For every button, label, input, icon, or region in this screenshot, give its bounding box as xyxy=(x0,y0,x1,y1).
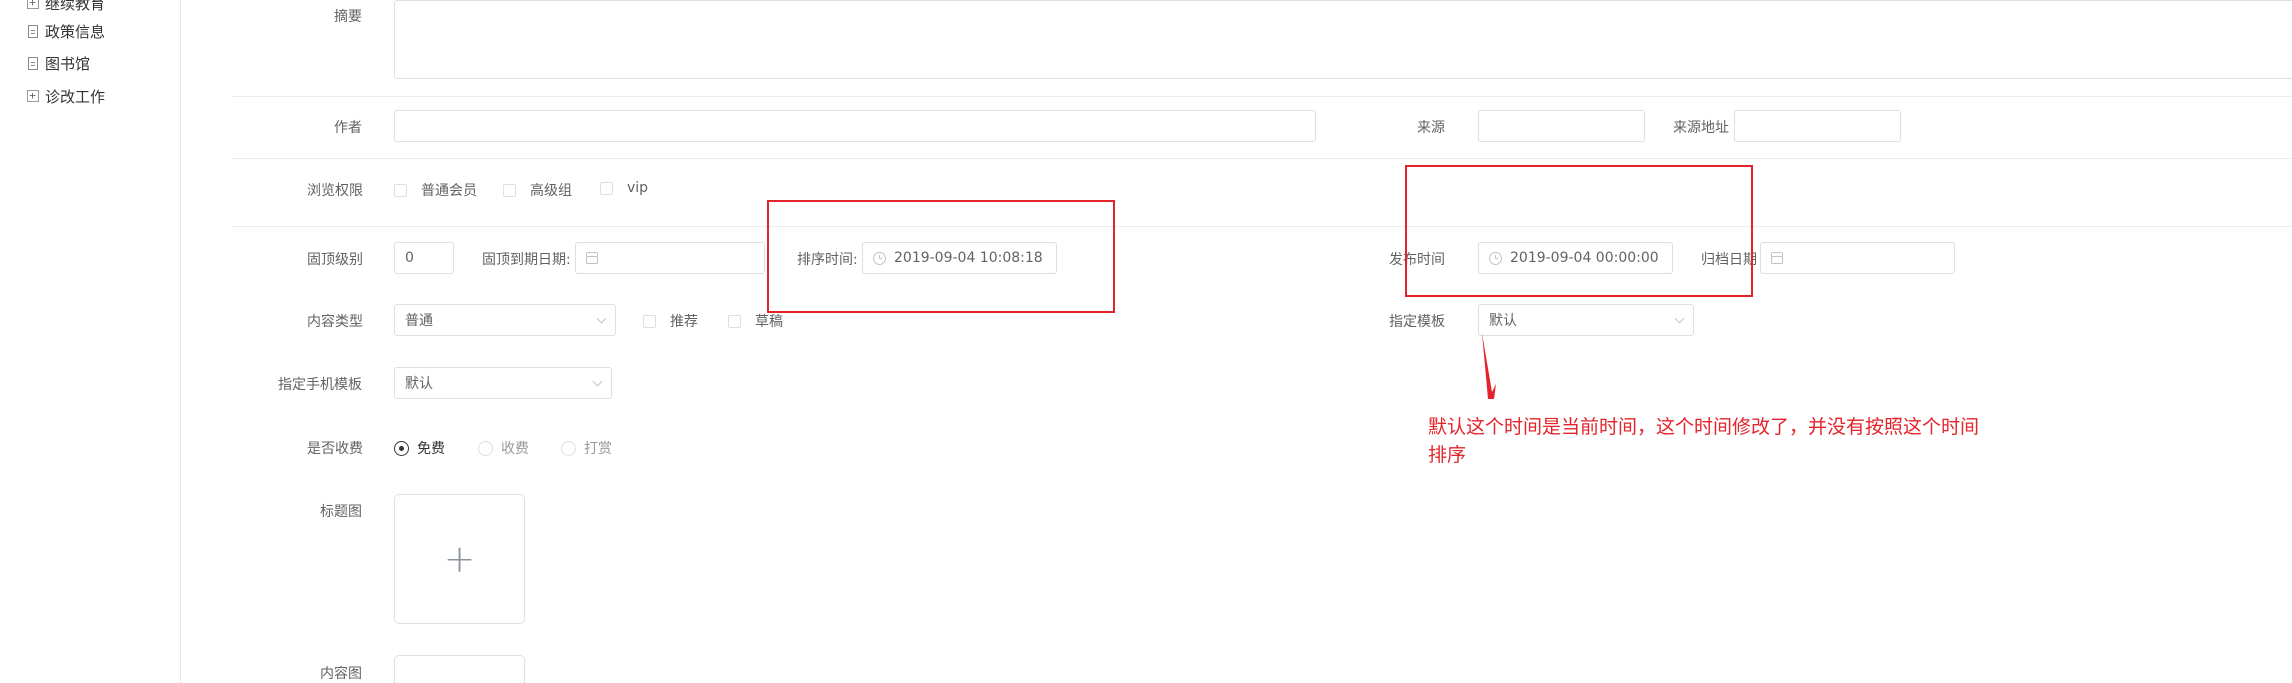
chevron-down-icon xyxy=(596,313,607,324)
annotation-line-2: 排序 xyxy=(1428,444,1467,466)
mobile-template-select[interactable]: 默认 xyxy=(394,367,612,399)
row-divider xyxy=(231,96,2292,97)
recommend-checkbox[interactable]: 推荐 xyxy=(643,311,698,331)
row-divider xyxy=(231,158,2292,159)
permission-label: 浏览权限 xyxy=(307,183,363,199)
content-image-uploader[interactable] xyxy=(394,655,525,683)
charge-paid-radio[interactable]: 收费 xyxy=(478,438,529,458)
draft-checkbox[interactable]: 草稿 xyxy=(728,311,783,331)
document-icon xyxy=(26,56,39,71)
mobile-template-value: 默认 xyxy=(405,376,433,392)
template-select[interactable]: 默认 xyxy=(1478,304,1694,336)
checkbox-label: 草稿 xyxy=(755,314,783,330)
sort-time-highlight-box xyxy=(767,200,1115,313)
expand-icon[interactable]: + xyxy=(26,89,39,104)
chevron-down-icon xyxy=(1674,313,1685,324)
article-form: 摘要 作者 来源 来源地址 浏览权限 普通会员 高级组 vip 固顶级别 0 固… xyxy=(181,0,2292,683)
title-image-label: 标题图 xyxy=(320,504,362,520)
source-label: 来源 xyxy=(1417,120,1445,136)
sidebar-item-diagnosis-work[interactable]: + 诊改工作 xyxy=(26,85,105,107)
permission-senior-checkbox[interactable]: 高级组 xyxy=(503,180,572,200)
sidebar-item-label: 图书馆 xyxy=(45,54,91,73)
sidebar: + 继续教育 政策信息 图书馆 + 诊改工作 xyxy=(0,0,181,683)
permission-member-checkbox[interactable]: 普通会员 xyxy=(394,180,477,200)
permission-vip-checkbox[interactable]: vip xyxy=(600,180,648,196)
content-type-select[interactable]: 普通 xyxy=(394,304,616,336)
radio-dot[interactable] xyxy=(478,440,493,456)
row-divider xyxy=(231,226,2292,227)
radio-dot[interactable] xyxy=(394,440,409,456)
sidebar-item-label: 诊改工作 xyxy=(45,87,106,106)
calendar-icon xyxy=(586,252,598,264)
content-image-label: 内容图 xyxy=(320,666,362,682)
arrow-shape xyxy=(1482,333,1496,399)
plus-icon: + xyxy=(443,537,476,581)
pin-level-label: 固顶级别 xyxy=(307,252,363,268)
sidebar-item-policy-info[interactable]: 政策信息 xyxy=(26,20,105,42)
annotation-arrow-icon xyxy=(1482,333,1496,399)
checkbox-label: vip xyxy=(627,180,649,196)
pin-level-input[interactable]: 0 xyxy=(394,242,454,274)
checkbox-box[interactable] xyxy=(394,183,407,197)
radio-dot[interactable] xyxy=(561,440,576,456)
radio-label: 免费 xyxy=(417,441,445,457)
chevron-down-icon xyxy=(592,376,603,387)
mobile-template-label: 指定手机模板 xyxy=(278,377,362,393)
checkbox-label: 高级组 xyxy=(530,183,572,199)
document-icon xyxy=(26,24,39,39)
calendar-icon xyxy=(1771,252,1783,264)
radio-label: 收费 xyxy=(501,441,529,457)
checkbox-box[interactable] xyxy=(503,183,516,197)
source-url-input[interactable] xyxy=(1734,110,1901,142)
template-label: 指定模板 xyxy=(1389,314,1445,330)
content-type-label: 内容类型 xyxy=(307,314,363,330)
source-input[interactable] xyxy=(1478,110,1645,142)
publish-time-highlight-box xyxy=(1405,165,1753,297)
checkbox-label: 推荐 xyxy=(670,314,698,330)
pin-expire-label: 固顶到期日期: xyxy=(482,252,571,268)
author-label: 作者 xyxy=(334,120,362,136)
charge-free-radio[interactable]: 免费 xyxy=(394,438,445,458)
author-input[interactable] xyxy=(394,110,1316,142)
template-value: 默认 xyxy=(1489,313,1517,329)
sidebar-item-library[interactable]: 图书馆 xyxy=(26,52,90,74)
charge-label: 是否收费 xyxy=(307,441,363,457)
checkbox-box[interactable] xyxy=(728,314,741,328)
pin-expire-date-picker[interactable] xyxy=(575,242,765,274)
source-url-label: 来源地址 xyxy=(1673,120,1729,136)
annotation-line-1: 默认这个时间是当前时间，这个时间修改了，并没有按照这个时间 xyxy=(1428,416,1980,438)
summary-textarea[interactable] xyxy=(394,0,2292,79)
summary-label: 摘要 xyxy=(334,9,362,25)
checkbox-label: 普通会员 xyxy=(421,183,477,199)
archive-date-picker[interactable] xyxy=(1760,242,1955,274)
sidebar-item-continuing-education[interactable]: + 继续教育 xyxy=(26,0,105,14)
sidebar-item-label: 继续教育 xyxy=(45,0,106,13)
checkbox-box[interactable] xyxy=(643,314,656,328)
content-type-value: 普通 xyxy=(405,313,433,329)
sidebar-item-label: 政策信息 xyxy=(45,22,106,41)
expand-icon[interactable]: + xyxy=(26,0,39,11)
charge-tip-radio[interactable]: 打赏 xyxy=(561,438,612,458)
title-image-uploader[interactable]: + xyxy=(394,494,525,624)
radio-label: 打赏 xyxy=(584,441,612,457)
annotation-text: 默认这个时间是当前时间，这个时间修改了，并没有按照这个时间 排序 xyxy=(1428,413,1979,469)
checkbox-box[interactable] xyxy=(600,181,613,195)
